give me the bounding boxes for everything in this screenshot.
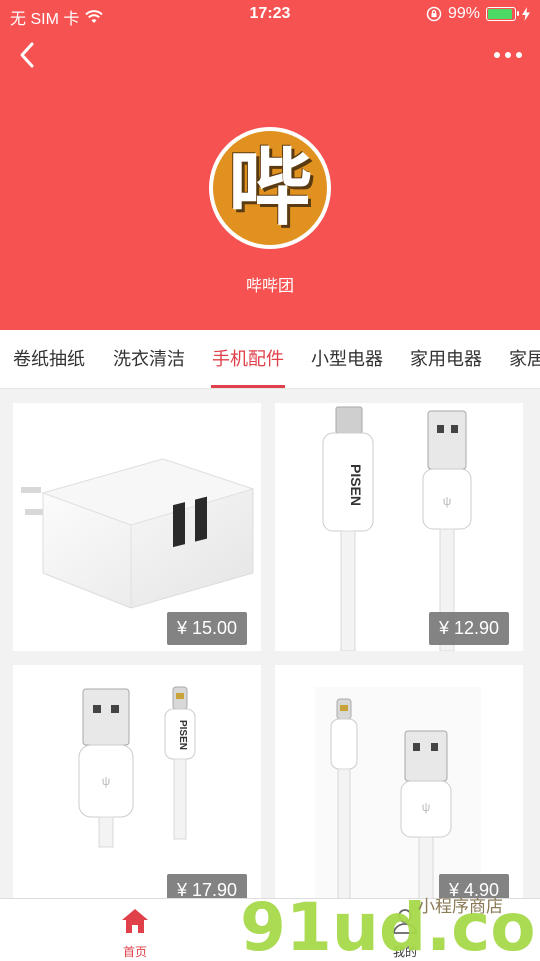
bottom-tab-bar: 首页 我的	[0, 898, 540, 961]
more-dots-icon	[516, 52, 522, 58]
tab-category[interactable]: 洗衣清洁	[113, 330, 185, 388]
tab-category-active[interactable]: 手机配件	[212, 330, 284, 388]
product-price: ¥ 15.00	[166, 612, 247, 645]
tab-category[interactable]: 小型电器	[311, 330, 383, 388]
tab-category[interactable]: 家居	[509, 330, 540, 388]
battery-icon	[486, 7, 519, 21]
active-tab-indicator	[211, 385, 285, 388]
shop-name: 哔哔团	[245, 278, 294, 295]
cable-brand-mark: PISEN	[348, 464, 364, 506]
tab-profile-label: 我的	[392, 945, 417, 959]
back-button[interactable]	[12, 38, 46, 72]
category-tabs: 卷纸抽纸 洗衣清洁 手机配件 小型电器 家用电器 家居	[0, 330, 540, 389]
chevron-left-icon	[20, 42, 34, 68]
tab-profile[interactable]: 我的	[355, 899, 455, 961]
status-right: 99%	[426, 5, 530, 23]
shop-header: 无 SIM 卡 17:23 99% 哔 哔哔团	[0, 0, 540, 330]
tab-home-label: 首页	[122, 945, 147, 959]
tab-category[interactable]: 卷纸抽纸	[13, 330, 85, 388]
shop-logo-mark: 哔	[213, 131, 327, 245]
battery-level	[488, 9, 512, 19]
charging-icon	[522, 7, 530, 21]
svg-text:ψ: ψ	[422, 800, 431, 814]
svg-text:ψ: ψ	[443, 494, 452, 508]
battery-percent: 99%	[447, 5, 480, 22]
tab-category[interactable]: 家用电器	[410, 330, 482, 388]
product-price: ¥ 12.90	[428, 612, 509, 645]
more-dots-icon	[505, 52, 511, 58]
cable-brand-mark: PISEN	[177, 720, 188, 750]
product-card[interactable]: PISEN ψ ¥ 12.90	[275, 403, 523, 651]
shop-logo: 哔	[209, 127, 331, 249]
svg-text:ψ: ψ	[102, 774, 111, 788]
product-card[interactable]: ψ PISEN ¥ 17.90	[13, 665, 261, 913]
more-dots-icon	[494, 52, 500, 58]
product-card[interactable]: ψ ¥ 4.90	[275, 665, 523, 913]
home-icon	[122, 909, 148, 933]
product-card[interactable]: ¥ 15.00	[13, 403, 261, 651]
rotation-lock-icon	[426, 6, 442, 22]
status-bar: 无 SIM 卡 17:23 99%	[0, 0, 540, 30]
user-icon	[393, 909, 417, 934]
more-button[interactable]	[486, 40, 530, 70]
tab-home[interactable]: 首页	[85, 899, 185, 961]
